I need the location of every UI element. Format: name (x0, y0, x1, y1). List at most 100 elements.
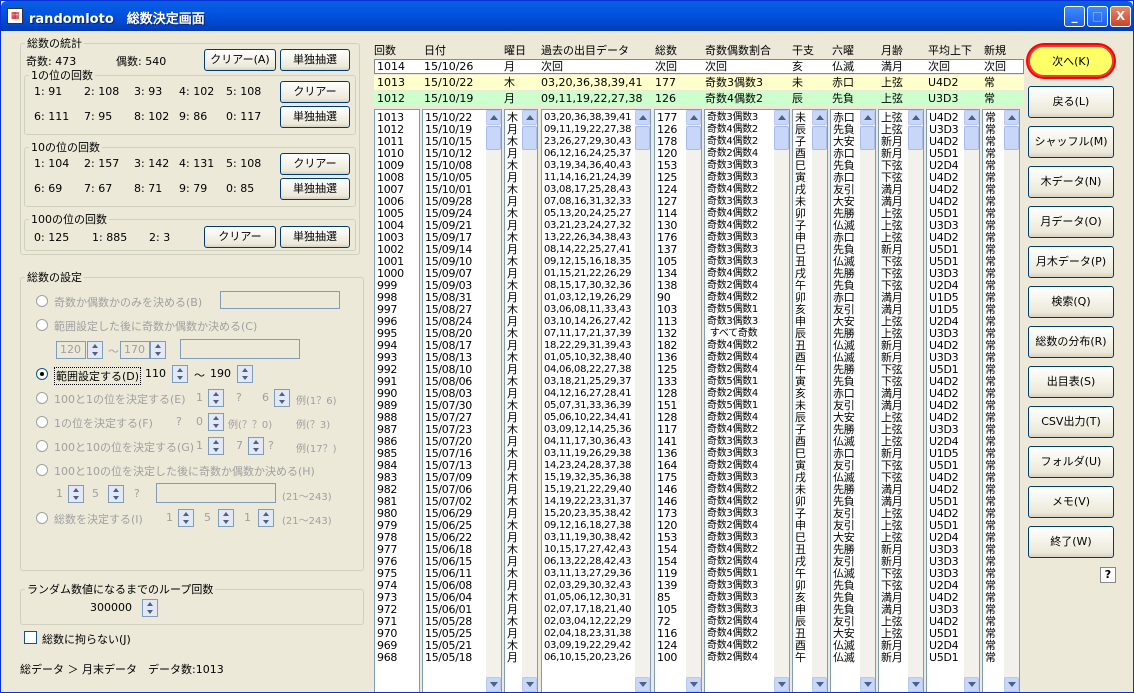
help-icon[interactable]: ? (1100, 567, 1116, 583)
opt4-a-spinner[interactable] (208, 389, 224, 407)
opt5-b-spinner[interactable] (208, 413, 224, 431)
range2-to-spinner[interactable] (150, 341, 166, 359)
single-draw-hundreds-button[interactable]: 単独抽選 (280, 226, 350, 248)
thursday-data-button[interactable]: 木データ(N) (1028, 166, 1114, 198)
eto-scroll-down[interactable] (812, 677, 827, 692)
opt8-c-spinner[interactable] (258, 509, 274, 527)
exit-button[interactable]: 終了(W) (1028, 526, 1114, 558)
listbox-kai[interactable]: 1013 1012 1011 1010 1009 1008 1007 1006 … (374, 109, 420, 692)
clear-hundreds-button[interactable]: クリアー (204, 226, 276, 248)
title-bar[interactable]: ▦ randomloto 総数決定画面 _ □ X (1, 1, 1133, 31)
heikin-scroll-thumb[interactable] (964, 126, 979, 150)
total-scroll-down[interactable] (686, 677, 701, 692)
chart-table-button[interactable]: 出目表(S) (1028, 366, 1114, 398)
opt7-a-spinner[interactable] (68, 485, 84, 503)
shinki-scroll-down[interactable] (1004, 677, 1019, 692)
next-button[interactable]: 次へ(K) (1028, 45, 1114, 77)
deme-scroll-up[interactable] (635, 110, 650, 125)
csv-export-button[interactable]: CSV出力(T) (1028, 406, 1114, 438)
close-button[interactable]: X (1110, 6, 1131, 27)
folder-button[interactable]: フォルダ(U) (1028, 446, 1114, 478)
ratio-scrollbar[interactable] (774, 110, 789, 692)
radio-100-1-digit[interactable] (36, 392, 48, 404)
eto-scroll-up[interactable] (812, 110, 827, 125)
getsurei-scroll-down[interactable] (908, 677, 923, 692)
monthu-data-button[interactable]: 月木データ(P) (1028, 246, 1114, 278)
radio-fix-total[interactable] (36, 512, 48, 524)
youbi-scroll-up[interactable] (522, 110, 537, 125)
getsurei-scroll-up[interactable] (908, 110, 923, 125)
listbox-total[interactable]: 177 126 178 120 153 125 124 127 114 130 … (654, 109, 702, 692)
shuffle-button[interactable]: シャッフル(M) (1028, 126, 1114, 158)
rokuyo-scroll-down[interactable] (860, 677, 875, 692)
heikin-scroll-up[interactable] (964, 110, 979, 125)
no-total-checkbox[interactable] (24, 631, 37, 644)
opt7-b-spinner[interactable] (108, 485, 124, 503)
search-button[interactable]: 検索(Q) (1028, 286, 1114, 318)
rokuyo-scrollbar[interactable] (860, 110, 875, 692)
eto-scrollbar[interactable] (812, 110, 827, 692)
minimize-button[interactable]: _ (1064, 6, 1085, 27)
odd-even-only-field[interactable] (220, 291, 340, 309)
radio-range[interactable] (36, 368, 48, 380)
total-scrollbar[interactable] (686, 110, 701, 692)
listbox-heikin[interactable]: U4D2 U3D3 U4D2 U5D1 U2D4 U4D2 U4D2 U4D2 … (926, 109, 980, 692)
rokuyo-scroll-thumb[interactable] (860, 126, 875, 150)
maximize-button[interactable]: □ (1087, 6, 1108, 27)
radio-100-10-oddeven[interactable] (36, 464, 48, 476)
opt6-b-spinner[interactable] (248, 437, 264, 455)
date-scroll-up[interactable] (486, 110, 501, 125)
getsurei-scrollbar[interactable] (908, 110, 923, 692)
listbox-rokuyo[interactable]: 赤口 先負 大安 赤口 先負 赤口 友引 大安 先勝 仏滅 赤口 先負 仏滅 先… (830, 109, 876, 692)
opt8-b-spinner[interactable] (218, 509, 234, 527)
distribution-button[interactable]: 総数の分布(R) (1028, 326, 1114, 358)
youbi-scroll-thumb[interactable] (522, 126, 537, 150)
range-from-field[interactable]: 110 (144, 365, 172, 383)
monday-data-button[interactable]: 月データ(O) (1028, 206, 1114, 238)
ratio-scroll-thumb[interactable] (774, 126, 789, 150)
getsurei-scroll-thumb[interactable] (908, 126, 923, 150)
loop-count-value[interactable]: 300000 (90, 601, 132, 614)
opt8-a-spinner[interactable] (178, 509, 194, 527)
radio-odd-even-only[interactable] (36, 295, 48, 307)
shinki-scroll-up[interactable] (1004, 110, 1019, 125)
opt6-a-spinner[interactable] (208, 437, 224, 455)
listbox-deme[interactable]: 03,20,36,38,39,41 09,11,19,22,27,38 23,2… (541, 109, 651, 692)
deme-scrollbar[interactable] (635, 110, 650, 692)
range-from-spinner[interactable] (172, 365, 188, 383)
date-scroll-thumb[interactable] (486, 126, 501, 150)
memo-button[interactable]: メモ(V) (1028, 486, 1114, 518)
listbox-date[interactable]: 15/10/22 15/10/19 15/10/15 15/10/12 15/1… (422, 109, 502, 692)
range2-result-field[interactable] (180, 339, 300, 359)
listbox-youbi[interactable]: 木 月 木 月 木 月 木 月 木 月 木 月 木 月 木 月 木 月 木 月 … (504, 109, 538, 692)
clear-ones-button[interactable]: クリアー (280, 81, 350, 103)
youbi-scroll-down[interactable] (522, 677, 537, 692)
total-scroll-up[interactable] (686, 110, 701, 125)
date-scrollbar[interactable] (486, 110, 501, 692)
listbox-getsurei[interactable]: 上弦 上弦 新月 新月 下弦 下弦 満月 満月 上弦 上弦 上弦 新月 下弦 下… (878, 109, 924, 692)
listbox-eto[interactable]: 未 辰 子 酉 巳 寅 戌 未 卯 子 申 巳 丑 戌 午 卯 亥 申 辰 丑 … (792, 109, 828, 692)
heikin-scroll-down[interactable] (964, 677, 979, 692)
date-scroll-down[interactable] (486, 677, 501, 692)
shinki-scrollbar[interactable] (1004, 110, 1019, 692)
clear-tens-button[interactable]: クリアー (280, 153, 350, 175)
opt7-result-field[interactable] (156, 483, 276, 503)
back-button[interactable]: 戻る(L) (1028, 86, 1114, 118)
single-draw-tens-button[interactable]: 単独抽選 (280, 178, 350, 200)
single-draw-ones-button[interactable]: 単独抽選 (280, 106, 350, 128)
radio-range-then-oddeven[interactable] (36, 319, 48, 331)
heikin-scrollbar[interactable] (964, 110, 979, 692)
loop-count-spinner[interactable] (142, 599, 158, 617)
total-scroll-thumb[interactable] (686, 126, 701, 150)
youbi-scrollbar[interactable] (522, 110, 537, 692)
range2-from-spinner[interactable] (87, 341, 103, 359)
rokuyo-scroll-up[interactable] (860, 110, 875, 125)
listbox-shinki[interactable]: 常 常 常 常 常 常 常 常 常 常 常 常 常 常 常 常 常 常 常 常 … (982, 109, 1020, 692)
range-to-field[interactable]: 190 (209, 365, 237, 383)
radio-100-10-digit[interactable] (36, 440, 48, 452)
range-to-spinner[interactable] (237, 365, 253, 383)
opt4-c-spinner[interactable] (274, 389, 290, 407)
range2-to-field[interactable]: 170 (120, 341, 150, 359)
ratio-scroll-down[interactable] (774, 677, 789, 692)
ratio-scroll-up[interactable] (774, 110, 789, 125)
